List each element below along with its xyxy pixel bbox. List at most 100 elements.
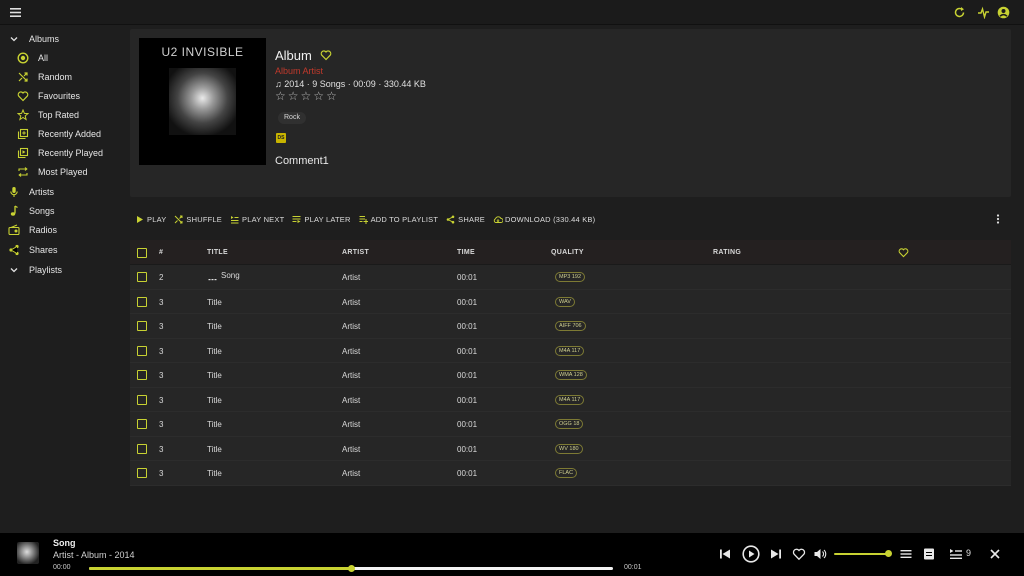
sidebar-item-radios[interactable]: Radios (0, 221, 128, 239)
account-icon[interactable] (997, 6, 1010, 19)
track-artist[interactable]: Artist (342, 298, 360, 307)
column-header-favourite-icon[interactable] (898, 247, 909, 258)
table-row[interactable]: 3 Title Artist 00:01 FLAC (130, 461, 1011, 486)
column-header-number[interactable]: # (159, 249, 163, 256)
download-button[interactable]: DOWNLOAD (330.44 KB) (493, 215, 595, 224)
progress-slider[interactable] (89, 565, 613, 572)
track-artist[interactable]: Artist (342, 371, 360, 380)
track-time: 00:01 (457, 322, 478, 331)
track-title[interactable]: Title (207, 420, 222, 429)
progress-handle[interactable] (348, 565, 355, 572)
table-row[interactable]: 3 Title Artist 00:01 WMA 128 (130, 363, 1011, 388)
row-checkbox[interactable] (137, 321, 147, 331)
row-checkbox[interactable] (137, 419, 147, 429)
rating-star-icon[interactable]: ☆ (313, 90, 324, 102)
track-title[interactable]: Title (207, 396, 222, 405)
sidebar-item-artists[interactable]: Artists (0, 183, 128, 201)
track-title[interactable]: Title (207, 298, 222, 307)
track-artist[interactable]: Artist (342, 273, 360, 282)
play-button[interactable]: PLAY (135, 215, 166, 224)
row-checkbox[interactable] (137, 443, 147, 454)
share-button[interactable]: SHARE (446, 215, 485, 224)
column-header-rating[interactable]: RATING (713, 249, 741, 256)
sidebar: Albums All Random Favourites Top Rated R… (0, 26, 128, 526)
track-artist[interactable]: Artist (342, 396, 360, 405)
table-row[interactable]: 2 Song Artist 00:01 MP3 192 (130, 265, 1011, 290)
queue-list-icon[interactable] (899, 547, 913, 561)
next-icon[interactable] (769, 547, 783, 561)
volume-slider[interactable] (834, 550, 892, 557)
sidebar-item-songs[interactable]: Songs (0, 202, 128, 220)
track-title[interactable]: Title (207, 445, 222, 454)
track-artist[interactable]: Artist (342, 420, 360, 429)
play-later-button[interactable]: PLAY LATER (292, 215, 350, 224)
menu-icon[interactable] (9, 6, 22, 19)
genre-chip[interactable]: Rock (278, 112, 306, 124)
sidebar-item-recently-played[interactable]: Recently Played (0, 144, 128, 162)
player-cover-thumbnail[interactable] (17, 542, 39, 564)
row-checkbox[interactable] (137, 394, 147, 405)
sidebar-item-most-played[interactable]: Most Played (0, 163, 128, 181)
track-time: 00:01 (457, 444, 478, 454)
external-link-badge[interactable]: DS (276, 133, 286, 143)
album-cover[interactable]: U2 INVISIBLE (139, 38, 266, 165)
sidebar-item-random[interactable]: Random (0, 68, 128, 86)
row-checkbox[interactable] (137, 296, 147, 307)
rating-star-icon[interactable]: ☆ (275, 90, 286, 102)
table-row[interactable]: 3 Title Artist 00:01 WV 180 (130, 437, 1011, 461)
album-artist-link[interactable]: Album Artist (275, 66, 323, 76)
track-title[interactable]: Title (207, 322, 222, 331)
table-row[interactable]: 3 Title Artist 00:01 OGG 18 (130, 412, 1011, 437)
column-header-time[interactable]: TIME (457, 249, 475, 256)
volume-handle[interactable] (885, 550, 892, 557)
row-checkbox[interactable] (137, 345, 147, 356)
table-row[interactable]: 3 Title Artist 00:01 M4A 117 (130, 388, 1011, 412)
column-header-quality[interactable]: QUALITY (551, 249, 584, 256)
refresh-icon[interactable] (953, 6, 966, 19)
rating-star-icon[interactable]: ☆ (326, 90, 337, 102)
player-song-title[interactable]: Song (53, 538, 76, 548)
table-row[interactable]: 3 Title Artist 00:01 AIFF 706 (130, 314, 1011, 339)
select-all-checkbox[interactable] (137, 248, 147, 258)
track-title[interactable]: Title (207, 469, 222, 478)
shuffle-button[interactable]: SHUFFLE (174, 215, 222, 224)
rating-star-icon[interactable]: ☆ (288, 90, 299, 102)
favourite-heart-icon[interactable] (792, 547, 806, 561)
row-checkbox[interactable] (137, 272, 147, 282)
column-header-artist[interactable]: ARTIST (342, 249, 369, 256)
volume-icon[interactable] (813, 547, 827, 561)
player-bar: Song Artist - Album - 2014 00:00 00:01 9 (0, 533, 1024, 576)
lyrics-icon[interactable] (922, 547, 936, 561)
close-icon[interactable] (988, 547, 1002, 561)
track-artist[interactable]: Artist (342, 469, 360, 478)
sidebar-item-top-rated[interactable]: Top Rated (0, 106, 128, 124)
play-queue-icon[interactable] (949, 547, 963, 561)
table-row[interactable]: 3 Title Artist 00:01 WAV (130, 290, 1011, 314)
radio-icon (8, 224, 20, 236)
play-pause-icon[interactable] (742, 545, 760, 563)
track-title[interactable]: Title (207, 347, 222, 356)
previous-icon[interactable] (718, 547, 732, 561)
row-checkbox[interactable] (137, 370, 147, 380)
add-to-playlist-button[interactable]: ADD TO PLAYLIST (359, 215, 439, 224)
sidebar-item-recently-added[interactable]: Recently Added (0, 125, 128, 143)
sidebar-item-favourites[interactable]: Favourites (0, 87, 128, 105)
column-header-title[interactable]: TITLE (207, 249, 228, 256)
sidebar-item-all[interactable]: All (0, 49, 128, 67)
track-artist[interactable]: Artist (342, 322, 360, 331)
sidebar-item-shares[interactable]: Shares (0, 241, 128, 259)
row-checkbox[interactable] (137, 468, 147, 478)
track-artist[interactable]: Artist (342, 445, 360, 454)
more-options-icon[interactable] (993, 213, 1003, 225)
album-rating[interactable]: ☆ ☆ ☆ ☆ ☆ (275, 90, 337, 102)
sidebar-albums-toggle[interactable]: Albums (0, 30, 128, 48)
track-artist[interactable]: Artist (342, 347, 360, 356)
activity-icon[interactable] (977, 6, 990, 19)
track-title[interactable]: Song (221, 271, 240, 280)
rating-star-icon[interactable]: ☆ (301, 90, 312, 102)
sidebar-playlists-toggle[interactable]: Playlists (0, 261, 128, 279)
favourite-heart-icon[interactable] (320, 49, 332, 61)
table-row[interactable]: 3 Title Artist 00:01 M4A 117 (130, 339, 1011, 363)
track-title[interactable]: Title (207, 371, 222, 380)
play-next-button[interactable]: PLAY NEXT (230, 215, 284, 224)
